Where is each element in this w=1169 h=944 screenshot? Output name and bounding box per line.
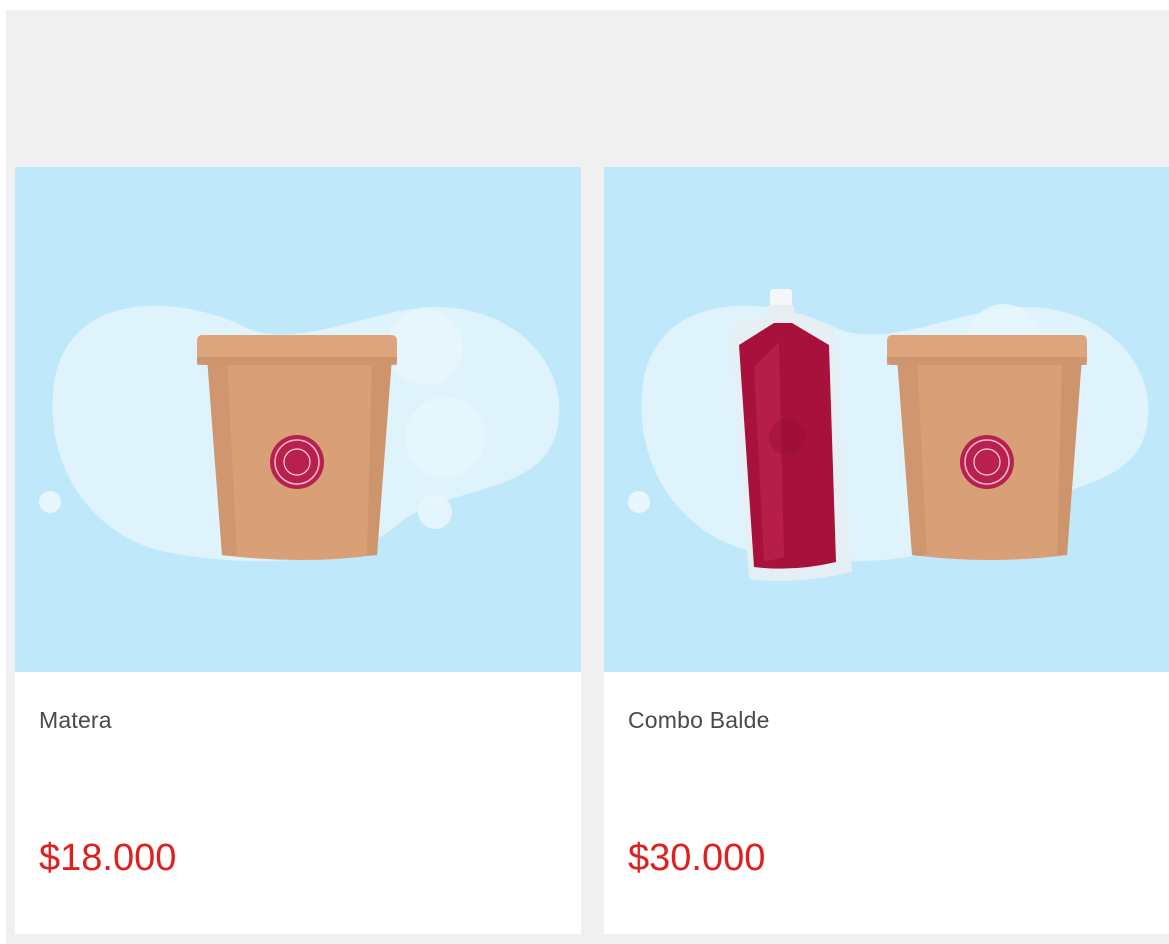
product-price: $30.000 (628, 837, 766, 879)
product-image[interactable] (604, 167, 1169, 672)
product-price: $18.000 (39, 837, 177, 879)
ice-pouch-and-tub-icon (628, 289, 1149, 581)
product-name[interactable]: Matera (39, 707, 112, 734)
product-image[interactable] (15, 167, 581, 672)
product-card-combo-balde[interactable]: Combo Balde $30.000 (604, 167, 1169, 934)
ice-cream-tub-icon (39, 305, 560, 562)
page: Matera $18.000 Combo Balde $30.000 (0, 0, 1169, 944)
product-name[interactable]: Combo Balde (628, 707, 770, 734)
product-card-matera[interactable]: Matera $18.000 (15, 167, 581, 934)
